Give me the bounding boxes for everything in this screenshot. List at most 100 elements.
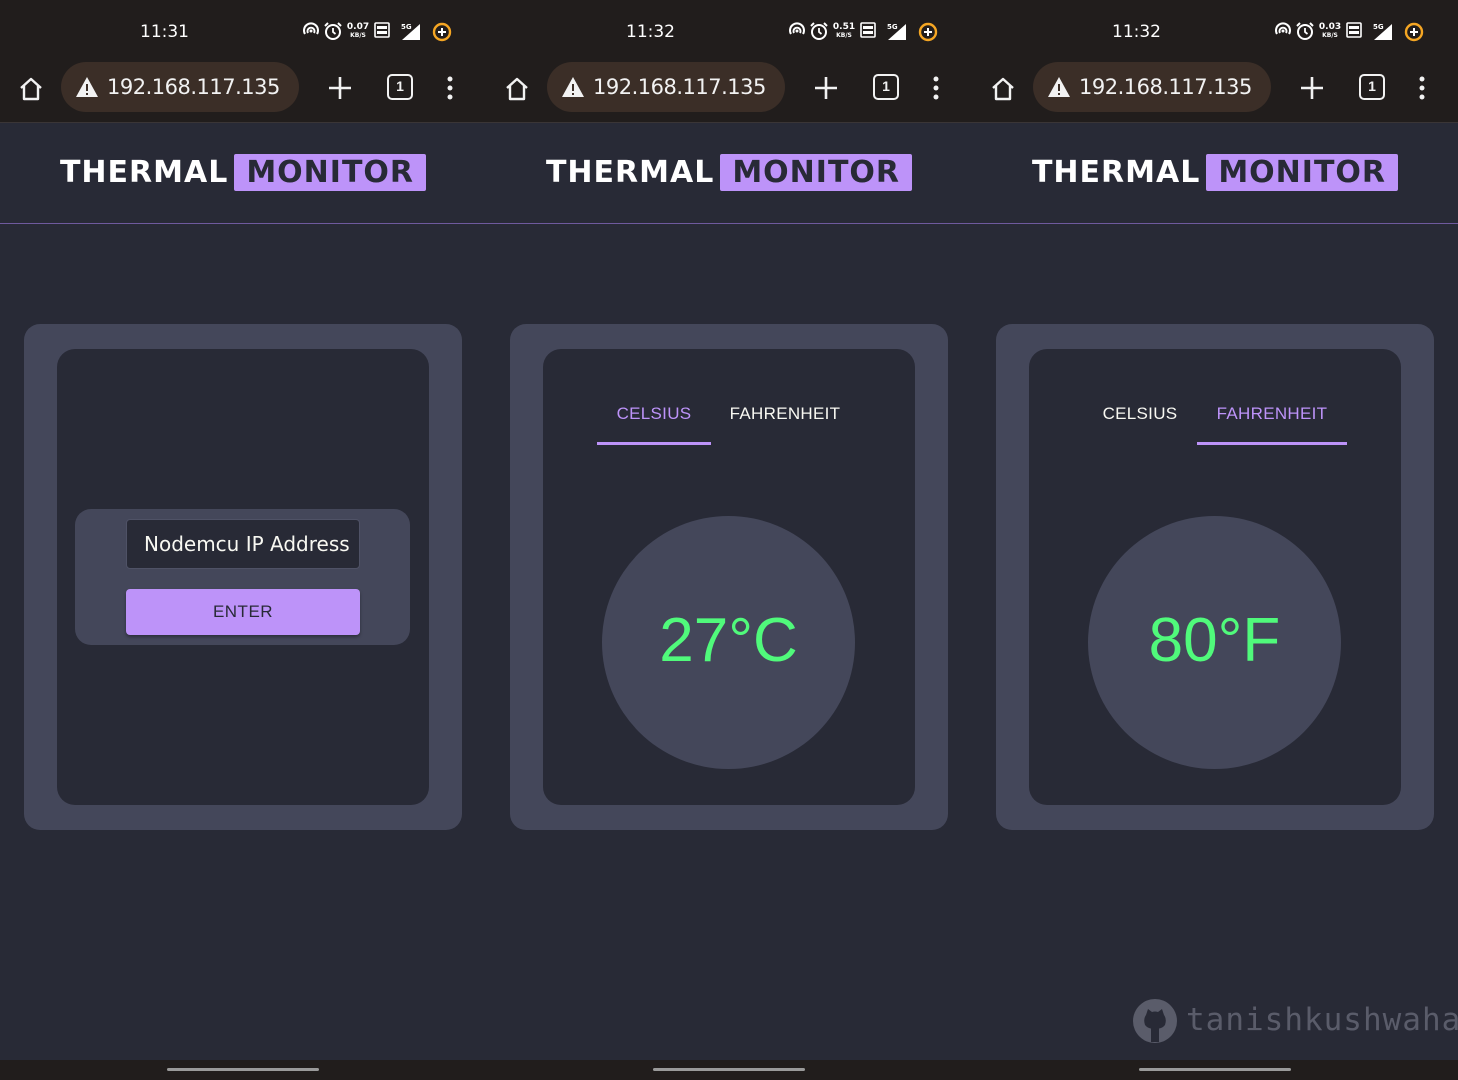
speed-value: 0.07 xyxy=(346,22,370,32)
hotspot-icon xyxy=(1275,22,1291,35)
network-speed: 0.51 KB/S xyxy=(832,22,856,40)
github-icon xyxy=(1133,999,1177,1043)
inner-card: ENTER xyxy=(57,349,429,805)
speed-value: 0.03 xyxy=(1318,22,1342,32)
enter-button[interactable]: ENTER xyxy=(126,589,360,635)
status-time: 11:32 xyxy=(1112,22,1161,42)
outer-card: CELSIUS FAHRENHEIT 27°C xyxy=(510,324,948,830)
tab-switcher-button[interactable]: 1 xyxy=(387,74,413,100)
browser-toolbar: 192.168.117.135 1 xyxy=(972,62,1458,123)
signal-5g-icon: 5G xyxy=(1373,23,1392,40)
brand-logo: THERMAL MONITOR xyxy=(0,154,486,191)
volte-icon xyxy=(374,22,390,38)
inner-card: CELSIUS FAHRENHEIT 80°F xyxy=(1029,349,1401,805)
github-watermark: tanishkushwaha xyxy=(1132,998,1458,1044)
phone-screen-3: 11:32 0.03 KB/S 5G 192.168.117.135 1 THER… xyxy=(972,0,1458,1080)
status-icons: 0.51 KB/S 5G xyxy=(788,21,948,43)
network-speed: 0.07 KB/S xyxy=(346,22,370,40)
browser-toolbar: 192.168.117.135 1 xyxy=(486,62,972,123)
outer-card: ENTER xyxy=(24,324,462,830)
temperature-reading: 80°F xyxy=(1148,606,1281,675)
not-secure-warning-icon[interactable] xyxy=(75,76,99,98)
address-bar[interactable]: 192.168.117.135 xyxy=(61,62,299,112)
brand-logo: THERMAL MONITOR xyxy=(486,154,972,191)
alarm-icon xyxy=(810,22,828,40)
status-icons: 0.07 KB/S 5G xyxy=(302,21,462,43)
app-header: THERMAL MONITOR xyxy=(0,124,486,224)
network-speed: 0.03 KB/S xyxy=(1318,22,1342,40)
status-bar: 11:31 0.07 KB/S 5G xyxy=(0,0,486,62)
volte-icon xyxy=(860,22,876,38)
hotspot-icon xyxy=(303,22,319,35)
signal-5g-icon: 5G xyxy=(401,23,420,40)
brand-title-thermal: THERMAL xyxy=(545,155,715,190)
inner-card: CELSIUS FAHRENHEIT 27°C xyxy=(543,349,915,805)
tab-switcher-button[interactable]: 1 xyxy=(1359,74,1385,100)
data-saver-icon xyxy=(432,22,452,42)
svg-text:5G: 5G xyxy=(401,23,412,31)
speed-unit: KB/S xyxy=(350,32,366,39)
signal-5g-icon: 5G xyxy=(887,23,906,40)
outer-card: CELSIUS FAHRENHEIT 80°F xyxy=(996,324,1434,830)
status-icons: 0.03 KB/S 5G xyxy=(1274,21,1434,43)
svg-text:5G: 5G xyxy=(1373,23,1384,31)
more-menu-icon[interactable] xyxy=(1410,74,1434,102)
gesture-nav-bar xyxy=(0,1060,486,1080)
home-icon[interactable] xyxy=(16,74,46,104)
app-header: THERMAL MONITOR xyxy=(486,124,972,224)
ip-address-input[interactable] xyxy=(126,519,360,569)
new-tab-icon[interactable] xyxy=(326,74,354,102)
app-header: THERMAL MONITOR xyxy=(972,124,1458,224)
more-menu-icon[interactable] xyxy=(924,74,948,102)
ip-form: ENTER xyxy=(75,509,410,645)
tab-switcher-button[interactable]: 1 xyxy=(873,74,899,100)
phone-screen-1: 11:31 0.07 KB/S 5G 192.168.117.135 1 THER… xyxy=(0,0,486,1080)
gesture-handle[interactable] xyxy=(653,1068,805,1071)
data-saver-icon xyxy=(918,22,938,42)
status-bar: 11:32 0.03 KB/S 5G xyxy=(972,0,1458,62)
more-menu-icon[interactable] xyxy=(438,74,462,102)
new-tab-icon[interactable] xyxy=(1298,74,1326,102)
volte-icon xyxy=(1346,22,1362,38)
speed-unit: KB/S xyxy=(1322,32,1338,39)
tab-celsius[interactable]: CELSIUS xyxy=(1083,401,1197,445)
browser-toolbar: 192.168.117.135 1 xyxy=(0,62,486,123)
status-time: 11:31 xyxy=(140,22,189,42)
url-text[interactable]: 192.168.117.135 xyxy=(593,75,766,99)
tab-fahrenheit[interactable]: FAHRENHEIT xyxy=(711,401,859,445)
unit-tabs: CELSIUS FAHRENHEIT xyxy=(1029,401,1401,445)
url-text[interactable]: 192.168.117.135 xyxy=(107,75,280,99)
home-icon[interactable] xyxy=(988,74,1018,104)
hotspot-icon xyxy=(789,22,805,35)
gesture-handle[interactable] xyxy=(167,1068,319,1071)
data-saver-icon xyxy=(1404,22,1424,42)
brand-title-thermal: THERMAL xyxy=(1031,155,1201,190)
gesture-nav-bar xyxy=(972,1060,1458,1080)
new-tab-icon[interactable] xyxy=(812,74,840,102)
unit-tabs: CELSIUS FAHRENHEIT xyxy=(543,401,915,445)
phone-screen-2: 11:32 0.51 KB/S 5G 192.168.117.135 1 THER… xyxy=(486,0,972,1080)
home-icon[interactable] xyxy=(502,74,532,104)
brand-title-thermal: THERMAL xyxy=(59,155,229,190)
tab-fahrenheit[interactable]: FAHRENHEIT xyxy=(1197,401,1347,445)
address-bar[interactable]: 192.168.117.135 xyxy=(547,62,785,112)
url-text[interactable]: 192.168.117.135 xyxy=(1079,75,1252,99)
not-secure-warning-icon[interactable] xyxy=(1047,76,1071,98)
speed-unit: KB/S xyxy=(836,32,852,39)
gesture-nav-bar xyxy=(486,1060,972,1080)
alarm-icon xyxy=(324,22,342,40)
gesture-handle[interactable] xyxy=(1139,1068,1291,1071)
svg-text:5G: 5G xyxy=(887,23,898,31)
alarm-icon xyxy=(1296,22,1314,40)
address-bar[interactable]: 192.168.117.135 xyxy=(1033,62,1271,112)
temperature-dial: 80°F xyxy=(1088,516,1341,769)
status-time: 11:32 xyxy=(626,22,675,42)
brand-title-monitor: MONITOR xyxy=(1206,154,1399,191)
speed-value: 0.51 xyxy=(832,22,856,32)
status-bar: 11:32 0.51 KB/S 5G xyxy=(486,0,972,62)
brand-logo: THERMAL MONITOR xyxy=(972,154,1458,191)
not-secure-warning-icon[interactable] xyxy=(561,76,585,98)
brand-title-monitor: MONITOR xyxy=(234,154,427,191)
tab-celsius[interactable]: CELSIUS xyxy=(597,401,711,445)
watermark-text: tanishkushwaha xyxy=(1186,1002,1458,1038)
